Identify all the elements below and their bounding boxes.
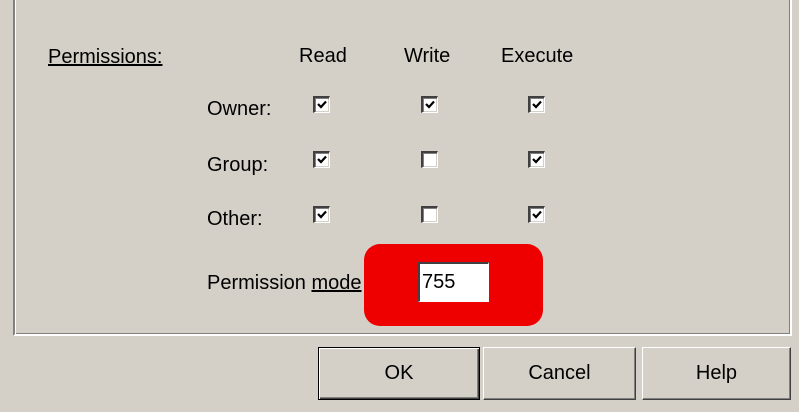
ok-button[interactable]: OK [318,347,480,400]
permissions-label-text: Permissions: [48,46,163,68]
help-button-label: Help [695,362,738,384]
permission-mode-label-text: Permission [207,272,312,294]
cancel-button[interactable]: Cancel [483,347,636,400]
checkbox-other-read[interactable] [313,206,330,223]
row-label-owner: Owner: [207,98,272,120]
help-button[interactable]: Help [642,347,791,400]
checkbox-owner-write[interactable] [421,96,438,113]
checkbox-owner-read[interactable] [313,96,330,113]
permission-mode-label-mnemonic: mode [311,272,362,294]
checkbox-group-execute[interactable] [528,151,545,168]
checkbox-other-write[interactable] [421,206,438,223]
permission-mode-input[interactable] [418,262,489,302]
permissions-label: Permissions: [48,45,162,69]
check-mark-icon [532,210,542,219]
check-mark-icon [532,100,542,109]
checkbox-group-write[interactable] [421,151,438,168]
permission-mode-label: Permission mode [207,271,362,295]
check-mark-icon [425,100,435,109]
row-label-group: Group: [207,154,269,176]
check-mark-icon [317,155,327,164]
column-header-write: Write [404,45,451,67]
column-header-read: Read [299,45,347,67]
checkbox-other-execute[interactable] [528,206,545,223]
checkbox-group-read[interactable] [313,151,330,168]
row-label-other: Other: [207,208,263,230]
check-mark-icon [532,155,542,164]
check-mark-icon [317,210,327,219]
column-header-execute: Execute [501,45,574,67]
check-mark-icon [317,100,327,109]
ok-button-label: OK [384,362,414,384]
checkbox-owner-execute[interactable] [528,96,545,113]
cancel-button-label: Cancel [528,362,591,384]
